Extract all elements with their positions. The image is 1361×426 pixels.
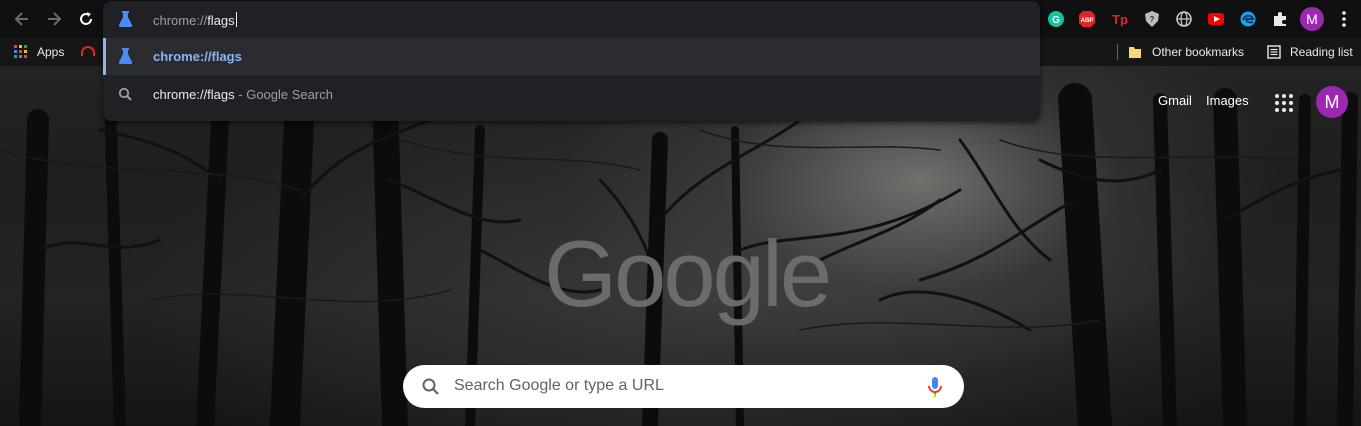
puzzle-icon[interactable] bbox=[1270, 9, 1290, 29]
shield-icon[interactable]: ? bbox=[1142, 9, 1162, 29]
typed-suffix: flags bbox=[207, 12, 235, 28]
selection-indicator bbox=[103, 38, 106, 75]
apps-bookmark[interactable]: Apps bbox=[14, 38, 64, 66]
address-input[interactable]: chrome://flags bbox=[103, 1, 1040, 38]
text-caret bbox=[235, 11, 237, 27]
suggestion-row[interactable]: chrome://flags - Google Search bbox=[103, 76, 1040, 113]
svg-text:?: ? bbox=[1150, 15, 1155, 24]
globe-icon[interactable] bbox=[1174, 9, 1194, 29]
reading-list-label: Reading list bbox=[1290, 45, 1353, 59]
google-logo: Google bbox=[544, 221, 832, 326]
forward-button[interactable] bbox=[42, 7, 66, 31]
ntp-search-box[interactable]: Search Google or type a URL bbox=[403, 365, 964, 408]
edge-icon[interactable] bbox=[1238, 9, 1258, 29]
menu-dots-icon[interactable] bbox=[1334, 9, 1354, 29]
folder-icon bbox=[1129, 47, 1141, 58]
other-bookmarks[interactable]: Other bookmarks bbox=[1128, 38, 1244, 66]
gmail-link[interactable]: Gmail bbox=[1158, 93, 1192, 108]
search-placeholder: Search Google or type a URL bbox=[454, 377, 664, 394]
flask-icon bbox=[118, 11, 133, 27]
reload-icon bbox=[80, 12, 92, 25]
omnibox-dropdown: chrome://flags chrome://flags chrome://f… bbox=[103, 1, 1040, 121]
youtube-icon[interactable] bbox=[1206, 9, 1226, 29]
reading-list-icon bbox=[1267, 45, 1281, 59]
svg-text:Tp: Tp bbox=[1112, 12, 1128, 27]
profile-avatar[interactable]: M bbox=[1300, 7, 1324, 31]
arrow-right-icon bbox=[48, 12, 62, 26]
suggestion-text: chrome://flags bbox=[153, 87, 235, 102]
google-apps-icon[interactable] bbox=[1274, 93, 1294, 113]
microphone-icon[interactable] bbox=[925, 376, 945, 398]
svg-text:G: G bbox=[1052, 15, 1060, 26]
apps-grid-icon bbox=[14, 45, 27, 58]
reading-list[interactable]: Reading list bbox=[1267, 38, 1353, 66]
headphones-icon bbox=[81, 46, 95, 56]
flask-icon bbox=[118, 48, 133, 64]
adblock-plus-icon[interactable]: ABP bbox=[1077, 9, 1097, 29]
apps-label: Apps bbox=[37, 45, 65, 59]
grammarly-icon[interactable]: G bbox=[1046, 9, 1066, 29]
search-icon bbox=[422, 378, 439, 395]
reload-button[interactable] bbox=[74, 7, 98, 31]
other-bookmarks-label: Other bookmarks bbox=[1152, 45, 1245, 59]
svg-text:ABP: ABP bbox=[1081, 18, 1094, 24]
account-avatar[interactable]: M bbox=[1316, 86, 1348, 118]
search-icon bbox=[118, 87, 132, 101]
headphones-bookmark[interactable] bbox=[80, 38, 96, 66]
back-button[interactable] bbox=[10, 7, 34, 31]
typed-prefix: chrome:// bbox=[153, 12, 208, 28]
bookmarks-divider bbox=[1117, 44, 1118, 60]
suggestion-text: chrome://flags bbox=[153, 49, 242, 64]
arrow-left-icon bbox=[14, 12, 28, 26]
suggestion-row[interactable]: chrome://flags bbox=[103, 38, 1040, 75]
images-link[interactable]: Images bbox=[1206, 93, 1249, 108]
tp-icon[interactable]: Tp bbox=[1110, 9, 1130, 29]
suggestion-suffix: - Google Search bbox=[234, 87, 333, 102]
